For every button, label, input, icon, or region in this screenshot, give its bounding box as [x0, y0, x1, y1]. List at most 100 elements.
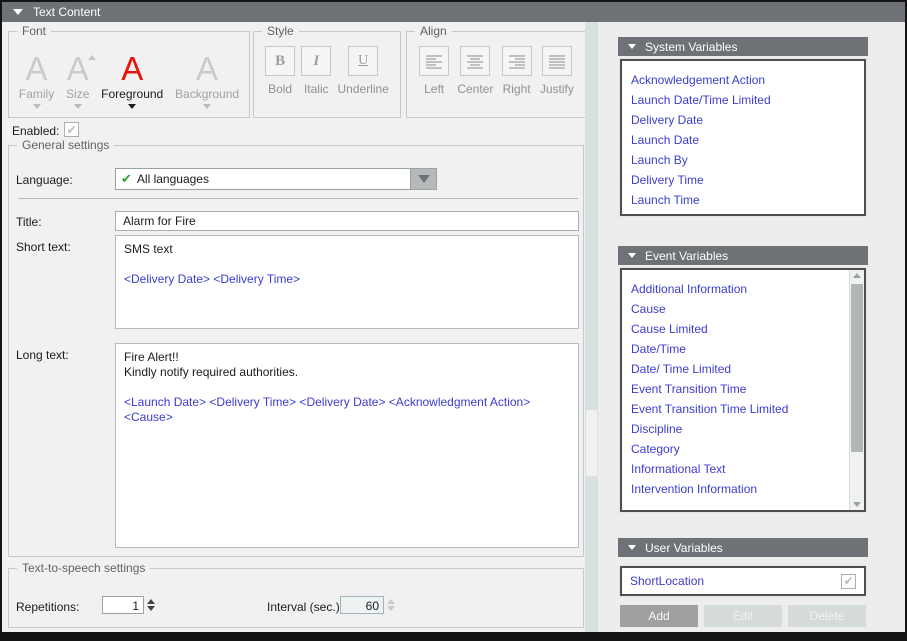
- scroll-up-icon[interactable]: [853, 273, 861, 278]
- bold-label: Bold: [268, 82, 292, 96]
- tts-group-label: Text-to-speech settings: [17, 561, 150, 575]
- event-variable-link[interactable]: Event Transition Time Limited: [622, 399, 848, 419]
- long-text-input[interactable]: Fire Alert!! Kindly notify required auth…: [115, 343, 579, 548]
- long-text-blank-line: [124, 380, 570, 395]
- user-variable-link[interactable]: ShortLocation: [630, 574, 704, 588]
- title-input[interactable]: Alarm for Fire: [115, 211, 579, 231]
- font-group-label: Font: [17, 24, 51, 38]
- short-text-label: Short text:: [16, 240, 71, 254]
- repetitions-stepper[interactable]: 1: [102, 596, 155, 614]
- edit-button[interactable]: Edit: [704, 605, 782, 627]
- repetitions-label: Repetitions:: [16, 600, 79, 614]
- align-center-icon: [460, 46, 490, 76]
- underline-label: Underline: [338, 82, 389, 96]
- collapse-system-variables-icon[interactable]: [628, 44, 636, 49]
- font-size-dropdown-icon[interactable]: [74, 104, 82, 109]
- align-center-label: Center: [457, 82, 493, 96]
- event-variables-scrollbar[interactable]: [849, 270, 864, 510]
- delete-button[interactable]: Delete: [788, 605, 866, 627]
- repetitions-value[interactable]: 1: [102, 596, 144, 614]
- collapse-user-variables-icon[interactable]: [628, 545, 636, 550]
- event-variable-link[interactable]: Informational Text: [622, 459, 848, 479]
- underline-icon: U: [348, 46, 378, 76]
- font-size-button[interactable]: A Size: [66, 42, 89, 111]
- language-label: Language:: [16, 173, 73, 187]
- language-dropdown-button[interactable]: [410, 169, 436, 189]
- event-variable-link[interactable]: Date/Time: [622, 339, 848, 359]
- event-variable-link[interactable]: Event Transition Time: [622, 379, 848, 399]
- user-variable-row[interactable]: ShortLocation ✔: [620, 566, 866, 596]
- system-variables-header[interactable]: System Variables: [618, 37, 868, 56]
- spinner-down-icon[interactable]: [147, 606, 155, 611]
- foreground-color-button[interactable]: A Foreground: [101, 42, 163, 111]
- enabled-label: Enabled:: [12, 124, 59, 138]
- align-right-button[interactable]: Right: [502, 46, 532, 96]
- align-left-label: Left: [424, 82, 444, 96]
- align-group-label: Align: [415, 24, 452, 38]
- event-variable-link[interactable]: Cause: [622, 299, 848, 319]
- foreground-label: Foreground: [101, 87, 163, 101]
- interval-spin-arrows: [387, 599, 395, 611]
- enabled-checkbox[interactable]: ✔: [64, 122, 79, 137]
- event-variables-header[interactable]: Event Variables: [618, 246, 868, 265]
- event-variable-link[interactable]: Additional Information: [622, 279, 848, 299]
- language-dropdown[interactable]: ✔ All languages: [115, 168, 437, 190]
- add-button[interactable]: Add: [620, 605, 698, 627]
- scroll-down-icon[interactable]: [853, 502, 861, 507]
- spinner-down-icon: [387, 606, 395, 611]
- event-variable-link[interactable]: Cause Limited: [622, 319, 848, 339]
- system-variable-link[interactable]: Launch Time: [622, 190, 864, 210]
- system-variables-list: Acknowledgement ActionLaunch Date/Time L…: [620, 59, 866, 216]
- system-variables-items: Acknowledgement ActionLaunch Date/Time L…: [622, 61, 864, 210]
- event-variable-link[interactable]: Discipline: [622, 419, 848, 439]
- event-variable-link[interactable]: Date/ Time Limited: [622, 359, 848, 379]
- background-color-button[interactable]: A Background: [175, 42, 239, 111]
- scrollbar-thumb[interactable]: [586, 410, 597, 476]
- underline-button[interactable]: U Underline: [338, 46, 389, 96]
- font-size-label: Size: [66, 87, 89, 101]
- system-variable-link[interactable]: Launch By: [622, 150, 864, 170]
- align-center-button[interactable]: Center: [457, 46, 493, 96]
- collapse-event-variables-icon[interactable]: [628, 253, 636, 258]
- dropdown-arrow-icon: [418, 175, 430, 183]
- align-left-icon: [419, 46, 449, 76]
- align-left-button[interactable]: Left: [419, 46, 449, 96]
- system-variable-link[interactable]: Launch Date: [622, 130, 864, 150]
- main-area: Font A Family A Size A Foreground: [2, 22, 905, 632]
- bold-button[interactable]: B Bold: [265, 46, 295, 96]
- font-group: Font A Family A Size A Foreground: [8, 31, 250, 118]
- short-text-blank-line: [124, 257, 570, 272]
- interval-value[interactable]: 60: [340, 596, 384, 614]
- font-family-button[interactable]: A Family: [19, 42, 54, 111]
- short-text-variables: <Delivery Date> <Delivery Time>: [124, 272, 570, 287]
- event-variables-items: Additional InformationCauseCause Limited…: [622, 270, 864, 499]
- interval-stepper[interactable]: 60: [340, 596, 395, 614]
- system-variable-link[interactable]: Launch Date/Time Limited: [622, 90, 864, 110]
- italic-button[interactable]: I Italic: [301, 46, 331, 96]
- interval-label: Interval (sec.):: [267, 600, 343, 614]
- user-variable-checkbox[interactable]: ✔: [841, 574, 856, 589]
- event-variable-link[interactable]: Category: [622, 439, 848, 459]
- spinner-up-icon[interactable]: [147, 599, 155, 604]
- event-variable-link[interactable]: Intervention Information: [622, 479, 848, 499]
- background-dropdown-icon[interactable]: [203, 104, 211, 109]
- left-panel-scrollbar[interactable]: [585, 22, 598, 632]
- collapse-section-icon[interactable]: [13, 9, 23, 15]
- system-variable-link[interactable]: Delivery Time: [622, 170, 864, 190]
- short-text-input[interactable]: SMS text <Delivery Date> <Delivery Time>: [115, 235, 579, 329]
- user-variables-buttons: Add Edit Delete: [620, 605, 866, 627]
- bold-icon: B: [265, 46, 295, 76]
- user-variables-header[interactable]: User Variables: [618, 538, 868, 557]
- scrollbar-thumb[interactable]: [851, 284, 863, 452]
- foreground-dropdown-icon[interactable]: [128, 104, 136, 109]
- system-variable-link[interactable]: Acknowledgement Action: [622, 70, 864, 90]
- font-family-dropdown-icon[interactable]: [33, 104, 41, 109]
- foreground-color-icon: A: [121, 54, 143, 84]
- system-variable-link[interactable]: Delivery Date: [622, 110, 864, 130]
- language-check-icon: ✔: [121, 171, 132, 187]
- font-family-label: Family: [19, 87, 54, 101]
- align-justify-button[interactable]: Justify: [540, 46, 574, 96]
- titlebar: Text Content: [2, 2, 905, 22]
- title-label: Title:: [16, 215, 42, 229]
- align-justify-label: Justify: [540, 82, 574, 96]
